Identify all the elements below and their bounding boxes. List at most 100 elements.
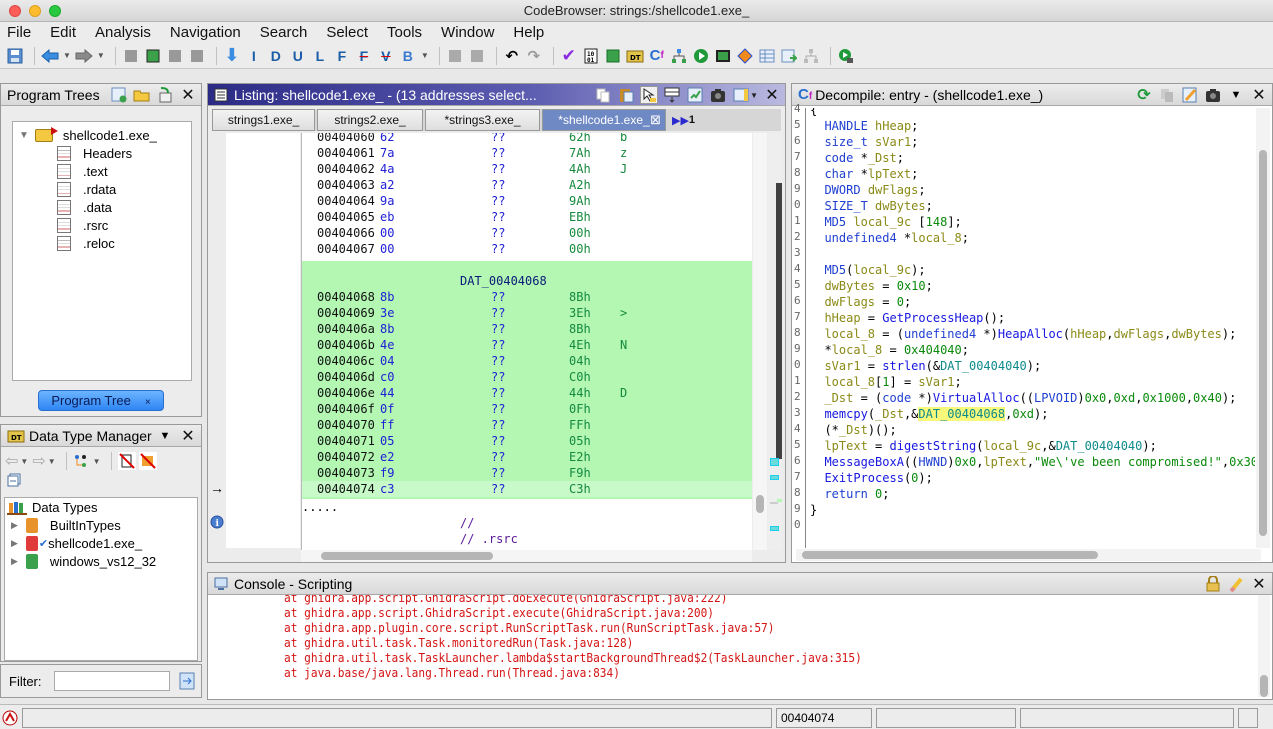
decompile-icon[interactable]: Cf	[648, 47, 666, 65]
filter-input[interactable]	[54, 671, 170, 691]
code-line[interactable]: (*_Dst)();	[810, 422, 896, 438]
create-tree-icon[interactable]	[110, 86, 128, 104]
bookmark-dropdown-icon[interactable]: ▼	[421, 51, 429, 60]
close-icon[interactable]: ✕	[179, 86, 197, 104]
listing-row-selected[interactable]: 0040406e 44?? 44h D	[302, 385, 752, 401]
instruction-I-icon[interactable]: I	[245, 47, 263, 65]
scrollbar-thumb[interactable]	[1259, 150, 1267, 536]
edit-icon[interactable]	[1181, 86, 1199, 104]
listing-row[interactable]: 00404060 62?? 62h b	[302, 133, 752, 145]
menu-help[interactable]: Help	[513, 24, 544, 41]
cursor-select-icon[interactable]	[640, 86, 659, 104]
down-arrow-icon[interactable]: ⬇	[223, 45, 241, 65]
scrollbar-thumb[interactable]	[756, 495, 764, 513]
code-line[interactable]: MD5 local_9c [148];	[810, 214, 961, 230]
listing-row[interactable]: 00404067 00?? 00h	[302, 241, 752, 257]
filter-arrays-icon[interactable]	[117, 452, 136, 470]
tab-overflow-button[interactable]: ▶▶ 1	[672, 109, 695, 131]
nav-previous-icon[interactable]	[122, 47, 140, 65]
copy-icon[interactable]	[594, 86, 612, 104]
code-line[interactable]: undefined4 *local_8;	[810, 230, 969, 246]
listing-vertical-scrollbar[interactable]	[753, 133, 767, 550]
code-line[interactable]: dwBytes = 0x10;	[810, 278, 932, 294]
forward-dropdown-icon[interactable]: ▼	[48, 457, 56, 466]
expand-triangle-icon[interactable]: ▶	[11, 556, 18, 567]
menu-search[interactable]: Search	[260, 24, 308, 41]
back-dropdown-icon[interactable]: ▼	[20, 457, 28, 466]
info-icon[interactable]: i	[210, 515, 224, 529]
scroll-lock-icon[interactable]	[1204, 575, 1222, 593]
code-line[interactable]: code *_Dst;	[810, 150, 904, 166]
listing-horizontal-scrollbar[interactable]	[301, 550, 752, 562]
code-line[interactable]: size_t sVar1;	[810, 134, 918, 150]
listing-row-selected[interactable]: 0040406c 04?? 04h	[302, 353, 752, 369]
save-icon[interactable]	[6, 47, 24, 65]
nav-next-function-icon[interactable]	[144, 47, 162, 65]
listing-code-view[interactable]: 00404060 62?? 62h b 00404061 7a?? 7Ah z 00404062…	[301, 133, 752, 550]
close-icon[interactable]: ✕	[763, 86, 781, 104]
code-line[interactable]: dwFlags = 0;	[810, 294, 911, 310]
data-types-root[interactable]: Data Types	[7, 500, 98, 515]
menu-dropdown-icon[interactable]: ▼	[1227, 86, 1245, 104]
code-line[interactable]: *local_8 = 0x404040;	[810, 342, 969, 358]
diff-view-icon[interactable]	[686, 86, 704, 104]
filter-options-icon[interactable]	[179, 672, 195, 690]
tab-close-icon[interactable]: ×	[145, 397, 151, 408]
data-label[interactable]: DAT_00404068	[460, 273, 547, 289]
data-D-icon[interactable]: D	[267, 47, 285, 65]
listing-row-selected[interactable]: 0040406d c0?? C0h	[302, 369, 752, 385]
check-icon[interactable]: ✔	[560, 46, 578, 65]
diamond-icon[interactable]	[736, 47, 754, 65]
listing-row-selected[interactable]: 0040406b 4e?? 4Eh N	[302, 337, 752, 353]
ghidra-status-icon[interactable]	[2, 710, 18, 726]
listing-row-selected[interactable]: 00404074 c3?? C3h	[302, 481, 752, 497]
collapse-all-icon[interactable]	[7, 473, 21, 487]
listing-row-selected[interactable]: 00404073 f9?? F9h	[302, 465, 752, 481]
window-close-button[interactable]	[9, 5, 21, 17]
menu-tools[interactable]: Tools	[387, 24, 422, 41]
code-line[interactable]: }	[810, 502, 817, 518]
back-dropdown-icon[interactable]: ▼	[63, 51, 71, 60]
label-L-icon[interactable]: L	[311, 47, 329, 65]
listing-row[interactable]: 00404062 4a?? 4Ah J	[302, 161, 752, 177]
datatype-archive-item[interactable]: ▶ windows_vs12_32	[11, 554, 156, 569]
variable-V-icon[interactable]: V	[377, 47, 395, 65]
close-icon[interactable]: ✕	[1250, 575, 1268, 593]
tab-strings2[interactable]: strings2.exe_	[317, 109, 423, 131]
decompiler-vertical-scrollbar[interactable]	[1256, 108, 1270, 548]
undo-icon[interactable]: ↶	[503, 47, 521, 65]
nav-icon-3[interactable]	[166, 47, 184, 65]
refresh-icon[interactable]: ⟳	[1135, 86, 1153, 104]
datatype-archive-item[interactable]: ▶ BuiltInTypes	[11, 518, 121, 533]
code-line[interactable]: HANDLE hHeap;	[810, 118, 918, 134]
overview-bar[interactable]	[768, 133, 782, 550]
non-function-F-icon[interactable]: F	[355, 47, 373, 65]
menu-window[interactable]: Window	[441, 24, 494, 41]
export-icon[interactable]	[604, 47, 622, 65]
listing-row-selected[interactable]: 00404071 05?? 05h	[302, 433, 752, 449]
memory-icon[interactable]	[714, 47, 732, 65]
data-label-row[interactable]: DAT_00404068	[302, 273, 752, 289]
listing-row-selected[interactable]: 00404070 ff?? FFh	[302, 417, 752, 433]
code-line[interactable]: {	[810, 108, 817, 118]
tab-strings3[interactable]: *strings3.exe_	[425, 109, 540, 131]
undefined-U-icon[interactable]: U	[289, 47, 307, 65]
program-tree-tab[interactable]: Program Tree ×	[38, 390, 164, 411]
window-minimize-button[interactable]	[29, 5, 41, 17]
listing-row[interactable]: 00404063 a2?? A2h	[302, 177, 752, 193]
menu-navigation[interactable]: Navigation	[170, 24, 241, 41]
redo-icon[interactable]: ↷	[525, 47, 543, 65]
table-icon[interactable]	[758, 47, 776, 65]
open-folder-icon[interactable]	[133, 86, 151, 104]
function-graph-icon[interactable]	[670, 47, 688, 65]
back-arrow-icon[interactable]: ⇦	[5, 451, 18, 471]
paste-icon[interactable]	[617, 86, 635, 104]
scrollbar-thumb[interactable]	[1260, 675, 1268, 697]
listing-row-selected[interactable]: 00404072 e2?? E2h	[302, 449, 752, 465]
copy-icon[interactable]	[1158, 86, 1176, 104]
code-line[interactable]: return 0;	[810, 486, 889, 502]
bookmark-B-icon[interactable]: B	[399, 47, 417, 65]
close-icon[interactable]: ✕	[179, 427, 197, 445]
tab-strings1[interactable]: strings1.exe_	[212, 109, 315, 131]
scrollbar-thumb[interactable]	[321, 552, 493, 560]
